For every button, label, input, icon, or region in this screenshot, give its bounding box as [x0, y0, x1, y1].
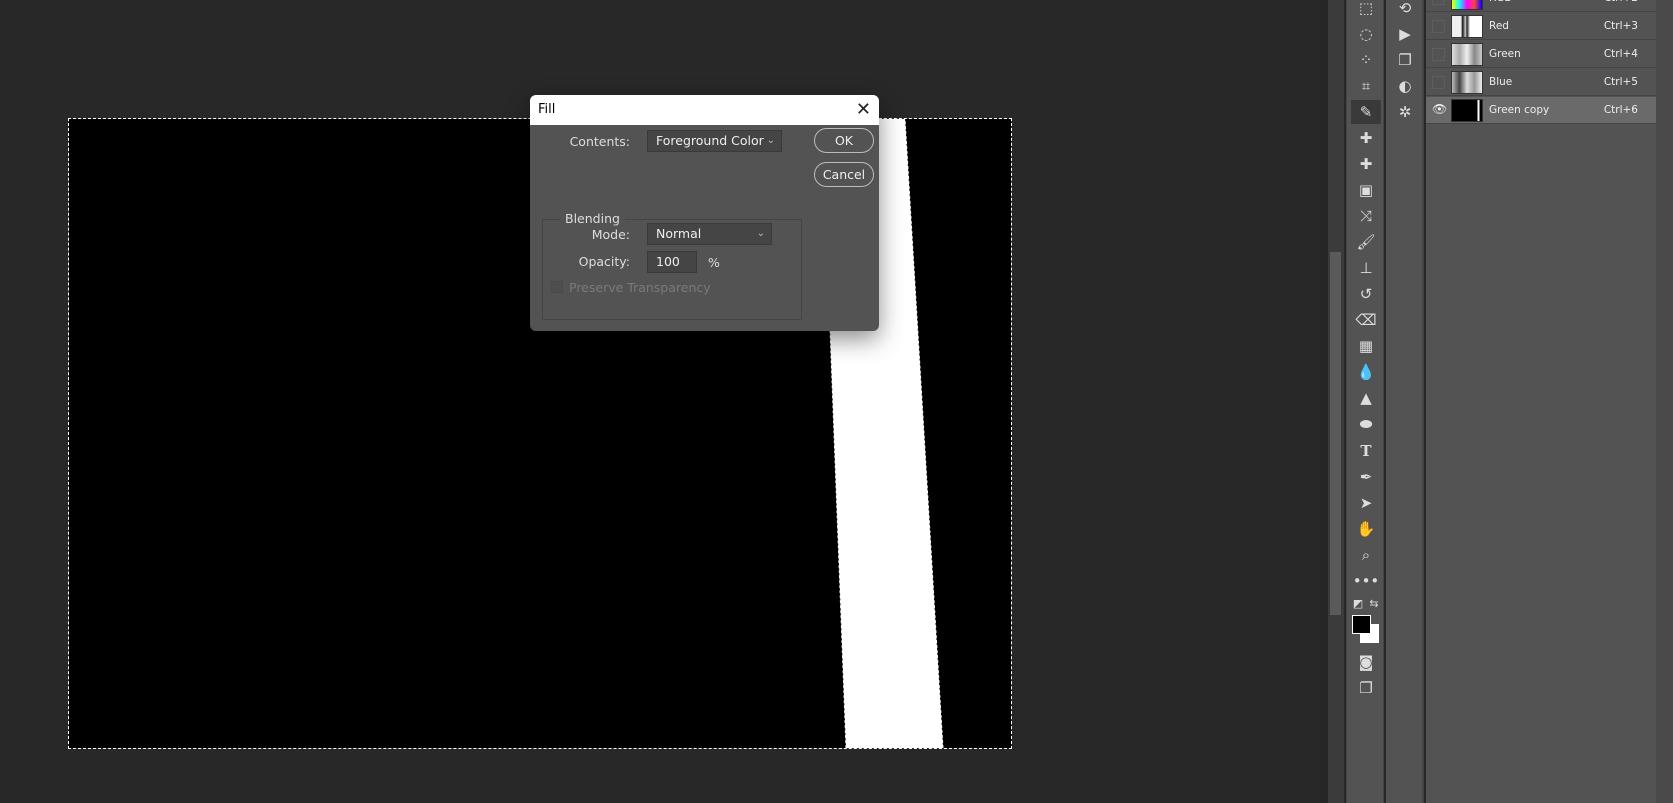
channel-row-rgb[interactable]: RGB Ctrl+2 — [1426, 0, 1656, 12]
hand-icon[interactable]: ✋ — [1347, 517, 1385, 541]
channel-row-green-copy[interactable]: 👁 Green copy Ctrl+6 — [1426, 97, 1656, 124]
gradient-icon[interactable]: ▦ — [1347, 334, 1385, 358]
type-icon[interactable]: T — [1347, 439, 1385, 463]
channel-name: Blue — [1489, 76, 1513, 88]
cancel-button[interactable]: Cancel — [814, 162, 874, 187]
channel-row-green[interactable]: Green Ctrl+4 — [1426, 41, 1656, 68]
panel-divider — [1320, 0, 1328, 803]
channel-shortcut: Ctrl+2 — [1604, 0, 1638, 12]
blending-label: Blending — [560, 211, 625, 226]
history-brush-icon[interactable]: ↺ — [1347, 282, 1385, 306]
mode-value: Normal — [656, 226, 702, 241]
libraries-icon[interactable]: ❐ — [1386, 48, 1424, 72]
channel-thumbnail — [1451, 99, 1483, 122]
panel-icons-column: ⟲ ▶ ❐ ◐ ✲ — [1386, 0, 1424, 803]
channel-name: Green copy — [1489, 104, 1550, 116]
channel-shortcut: Ctrl+5 — [1603, 76, 1638, 88]
rectangular-marquee-icon[interactable]: ⬚ — [1347, 0, 1385, 20]
navigator-icon[interactable]: ✲ — [1386, 100, 1424, 124]
sharpen-icon[interactable]: ▲ — [1347, 386, 1385, 410]
channel-name: RGB — [1489, 0, 1512, 12]
channel-shortcut: Ctrl+3 — [1603, 20, 1638, 32]
blur-icon[interactable]: 💧 — [1347, 360, 1385, 384]
channel-shortcut: Ctrl+4 — [1603, 48, 1638, 60]
patch-icon[interactable]: ▣ — [1347, 178, 1385, 202]
contents-select[interactable]: Foreground Color ⌄ — [647, 130, 782, 152]
opacity-label: Opacity: — [578, 254, 630, 269]
crop-icon[interactable]: ⌗ — [1347, 74, 1385, 98]
channel-thumbnail — [1451, 15, 1483, 38]
actions-play-icon[interactable]: ▶ — [1386, 22, 1424, 46]
adjustments-icon[interactable]: ◐ — [1386, 74, 1424, 98]
scrollbar-thumb[interactable] — [1330, 252, 1341, 615]
channel-thumbnail — [1451, 43, 1483, 66]
mode-select[interactable]: Normal ⌄ — [647, 223, 772, 245]
close-icon[interactable]: ✕ — [856, 95, 871, 125]
mode-label: Mode: — [591, 227, 630, 242]
channel-shortcut: Ctrl+6 — [1603, 104, 1638, 116]
chevron-down-icon: ⌄ — [756, 228, 765, 239]
visibility-toggle[interactable] — [1432, 48, 1445, 61]
more-tools-icon[interactable]: ••• — [1347, 569, 1385, 593]
visibility-toggle[interactable] — [1432, 20, 1445, 33]
visibility-toggle[interactable] — [1432, 0, 1445, 5]
channel-name: Green — [1489, 48, 1521, 60]
channel-row-red[interactable]: Red Ctrl+3 — [1426, 13, 1656, 40]
ok-button[interactable]: OK — [814, 128, 874, 153]
eraser-icon[interactable]: ⌫ — [1347, 308, 1385, 332]
visibility-toggle[interactable] — [1432, 76, 1445, 89]
opacity-input[interactable]: 100 — [647, 251, 697, 273]
channel-name: Red — [1489, 20, 1509, 32]
fill-dialog: Fill ✕ Contents: Foreground Color ⌄ OK Can… — [530, 95, 879, 331]
spot-healing-brush-icon[interactable]: ✚ — [1347, 126, 1385, 150]
channel-thumbnail — [1451, 71, 1483, 94]
dialog-title-bar[interactable]: Fill ✕ — [530, 95, 879, 125]
lasso-icon[interactable]: ◌ — [1347, 22, 1385, 46]
toolbar: ⬚ ◌ ⁘ ⌗ ✎ ✚ ✚ ▣ ⤨ 🖌 ⊥ ↺ ⌫ ▦ 💧 ▲ ⬬ T ✒ ➤ … — [1346, 0, 1384, 803]
quick-selection-icon[interactable]: ⁘ — [1347, 48, 1385, 72]
dodge-icon[interactable]: ⬬ — [1347, 412, 1385, 436]
content-aware-move-icon[interactable]: ⤨ — [1347, 204, 1385, 228]
pen-icon[interactable]: ✒ — [1347, 465, 1385, 489]
dialog-title: Fill — [538, 102, 556, 117]
healing-brush-icon[interactable]: ✚ — [1347, 152, 1385, 176]
screen-mode-icon[interactable]: ❐ — [1347, 676, 1385, 700]
eye-icon[interactable]: 👁 — [1432, 103, 1447, 117]
channel-row-blue[interactable]: Blue Ctrl+5 — [1426, 69, 1656, 96]
preserve-transparency-checkbox[interactable] — [551, 281, 563, 293]
brush-icon[interactable]: 🖌 — [1347, 230, 1385, 254]
panel-edge — [1656, 0, 1673, 803]
vertical-scrollbar[interactable] — [1328, 0, 1344, 803]
zoom-icon[interactable]: ⌕ — [1347, 543, 1385, 567]
channels-panel: RGB Ctrl+2 Red Ctrl+3 Green Ctrl+4 Blue Ctrl… — [1426, 0, 1656, 803]
history-icon[interactable]: ⟲ — [1386, 0, 1424, 20]
opacity-unit: % — [708, 255, 720, 270]
quick-mask-icon[interactable]: ◙ — [1347, 650, 1385, 674]
preserve-transparency-label: Preserve Transparency — [569, 280, 711, 295]
eyedropper-icon[interactable]: ✎ — [1351, 100, 1381, 124]
chevron-down-icon: ⌄ — [766, 135, 775, 146]
contents-value: Foreground Color — [656, 133, 764, 148]
foreground-color-swatch[interactable] — [1352, 615, 1371, 634]
clone-stamp-icon[interactable]: ⊥ — [1347, 256, 1385, 280]
path-selection-icon[interactable]: ➤ — [1347, 491, 1385, 515]
contents-label: Contents: — [569, 134, 630, 149]
channel-thumbnail — [1451, 0, 1483, 10]
